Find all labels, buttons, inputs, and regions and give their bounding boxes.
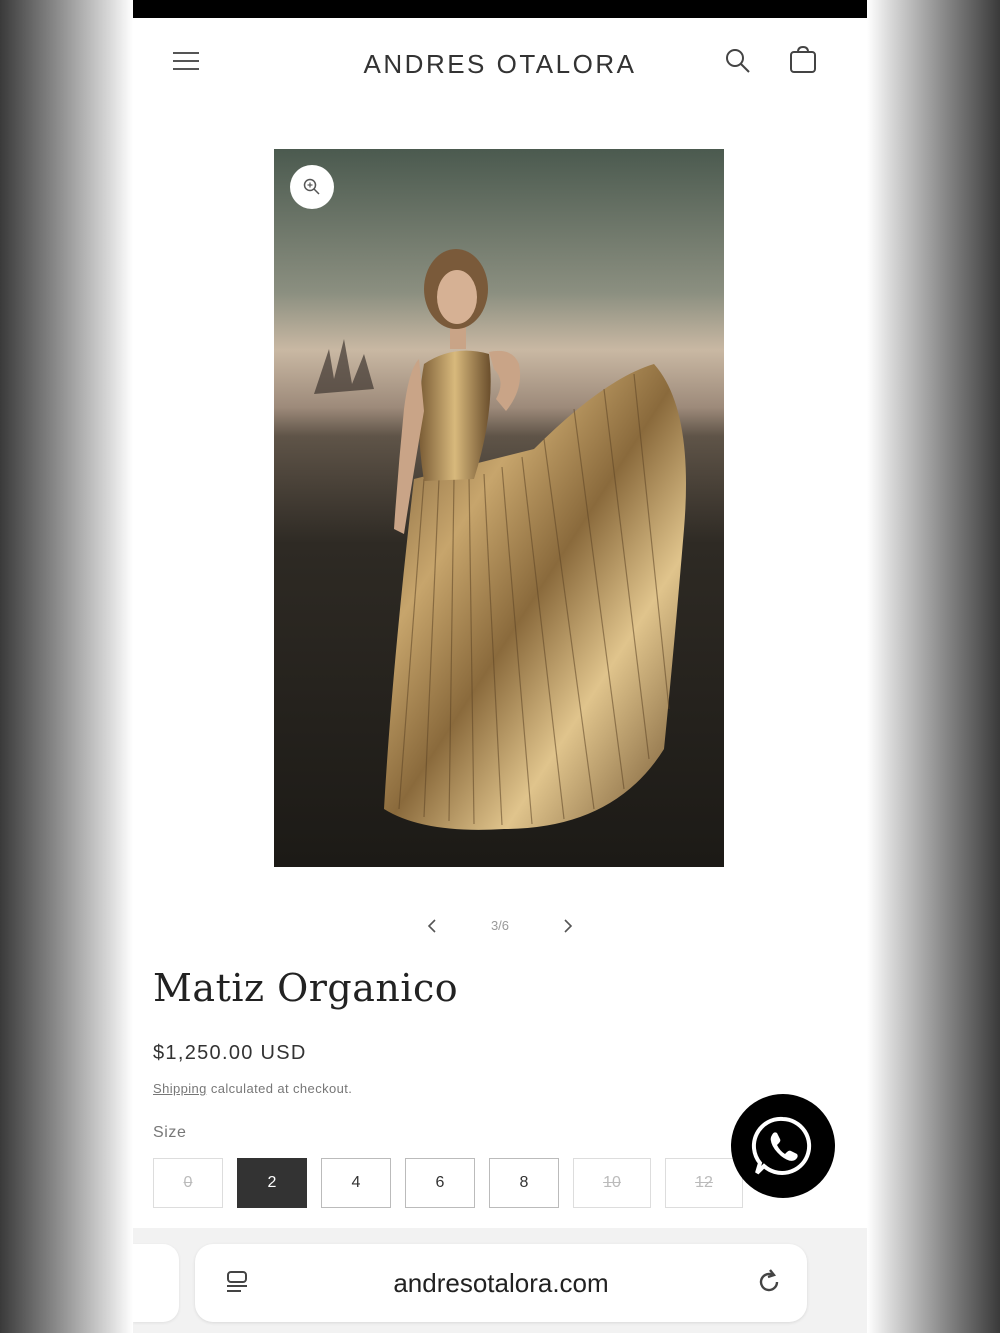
address-bar[interactable]: andresotalora.com (195, 1244, 807, 1322)
size-option[interactable]: 6 (405, 1158, 475, 1208)
size-option: 10 (573, 1158, 651, 1208)
search-icon[interactable] (723, 46, 753, 76)
size-option[interactable]: 8 (489, 1158, 559, 1208)
previous-tab[interactable] (133, 1244, 179, 1322)
site-header: ANDRES OTALORA (133, 18, 867, 108)
size-option: 0 (153, 1158, 223, 1208)
size-label: Size (153, 1124, 187, 1141)
phone-screen: ANDRES OTALORA 3/6 Matiz Organico $1,250… (133, 0, 867, 1333)
product-title: Matiz Organico (153, 966, 459, 1010)
size-option: 12 (665, 1158, 743, 1208)
reload-icon[interactable] (753, 1266, 785, 1298)
size-selector: 0 2 4 6 8 10 12 (153, 1158, 753, 1210)
url-text: andresotalora.com (393, 1268, 609, 1298)
brand-logo[interactable]: ANDRES OTALORA (133, 49, 867, 80)
gallery-counter: 3/6 (490, 918, 510, 933)
browser-toolbar: andresotalora.com (133, 1228, 867, 1333)
chevron-left-icon[interactable] (423, 916, 443, 936)
size-option[interactable]: 4 (321, 1158, 391, 1208)
zoom-icon[interactable] (290, 165, 334, 209)
cart-icon[interactable] (787, 44, 819, 76)
size-option[interactable]: 2 (237, 1158, 307, 1208)
status-bar (133, 0, 867, 18)
product-image[interactable] (274, 149, 724, 867)
product-price: $1,250.00 USD (153, 1042, 307, 1064)
chevron-right-icon[interactable] (557, 916, 577, 936)
shipping-link[interactable]: Shipping (153, 1081, 207, 1096)
whatsapp-button[interactable] (731, 1094, 835, 1198)
shipping-text: calculated at checkout. (206, 1081, 353, 1096)
gallery-pagination: 3/6 (133, 910, 867, 944)
shipping-note: Shipping calculated at checkout. (153, 1081, 352, 1096)
whatsapp-icon (751, 1116, 812, 1175)
